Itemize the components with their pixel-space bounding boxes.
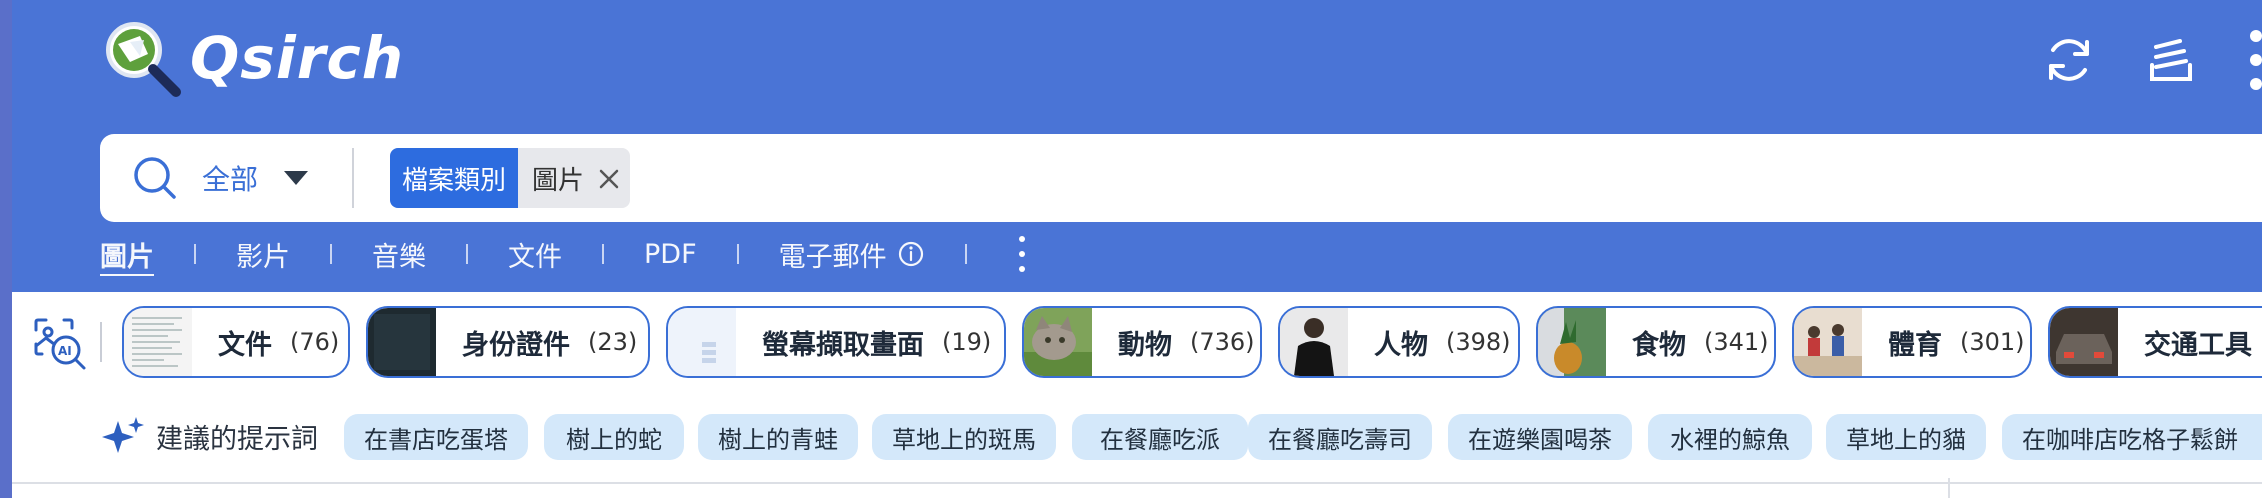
header-actions: [2040, 24, 2262, 96]
ai-image-search-icon[interactable]: AI: [30, 314, 88, 372]
filter-chip[interactable]: 檔案類別 圖片: [390, 148, 631, 208]
category-pill-screenshots[interactable]: 螢幕擷取畫面 (19): [666, 306, 1006, 378]
category-count: (76): [290, 328, 340, 356]
suggestion-chip[interactable]: 在書店吃蛋塔: [344, 414, 528, 460]
category-count: (736): [1190, 328, 1255, 356]
sync-icon[interactable]: [2040, 31, 2098, 89]
suggestion-chip[interactable]: 在咖啡店吃格子鬆餅: [2002, 414, 2262, 460]
search-bar[interactable]: 全部 檔案類別 圖片: [100, 134, 2262, 222]
category-pill-people[interactable]: 人物 (398): [1278, 306, 1520, 378]
filter-chip-key: 檔案類別: [390, 148, 519, 208]
suggestion-chip[interactable]: 在餐廳吃壽司: [1248, 414, 1432, 460]
tab-videos[interactable]: 影片: [236, 235, 290, 274]
more-vertical-icon[interactable]: [2244, 28, 2262, 92]
category-pill-animals[interactable]: 動物 (736): [1022, 306, 1262, 378]
category-label: 身份證件: [462, 329, 570, 361]
category-label: 螢幕擷取畫面: [762, 329, 924, 361]
filter-chip-value-box: 圖片: [518, 148, 631, 208]
category-count: (19): [942, 328, 992, 356]
category-label: 交通工具: [2144, 329, 2252, 361]
content-divider: [12, 482, 2262, 484]
tasks-icon[interactable]: [2142, 31, 2200, 89]
suggestion-chip[interactable]: 水裡的鯨魚: [1648, 414, 1812, 460]
tab-email-label: 電子郵件: [778, 241, 887, 273]
magnifier-logo-icon: [100, 18, 182, 98]
id-card-thumb: [368, 308, 436, 376]
tab-music[interactable]: 音樂: [372, 235, 426, 274]
tab-images[interactable]: 圖片: [100, 235, 154, 274]
suggestion-chip[interactable]: 樹上的蛇: [544, 414, 684, 460]
tab-divider: [330, 244, 332, 264]
category-count: (341): [1704, 328, 1769, 356]
person-thumb: [1280, 308, 1348, 376]
search-divider: [352, 148, 355, 208]
category-label: 人物: [1374, 329, 1428, 361]
tab-divider: [602, 244, 604, 264]
search-icon[interactable]: [132, 155, 178, 201]
app-logo[interactable]: Qsirch: [100, 18, 404, 98]
suggestion-chip[interactable]: 草地上的貓: [1826, 414, 1986, 460]
window-edge: [0, 0, 12, 498]
suggestion-chip[interactable]: 草地上的斑馬: [872, 414, 1056, 460]
suggested-prompts-label: 建議的提示詞: [156, 423, 318, 455]
category-count: (398): [1446, 328, 1511, 356]
tab-divider: [466, 244, 468, 264]
category-divider: [100, 322, 102, 362]
search-scope-value: 全部: [202, 163, 259, 196]
caret-down-icon: [284, 171, 309, 185]
screenshot-thumb: [668, 308, 736, 376]
tab-email[interactable]: 電子郵件: [779, 235, 925, 274]
filter-chip-value: 圖片: [532, 165, 585, 196]
suggestion-chip[interactable]: 在餐廳吃派: [1072, 414, 1248, 460]
category-pill-documents[interactable]: 文件 (76): [122, 306, 350, 378]
category-pill-sports[interactable]: 體育 (301): [1792, 306, 2032, 378]
tab-documents[interactable]: 文件: [508, 235, 562, 274]
app-title: Qsirch: [190, 24, 404, 92]
pineapple-thumb: [1538, 308, 1606, 376]
tab-divider: [964, 244, 967, 264]
category-label: 動物: [1118, 329, 1172, 361]
car-thumb: [2050, 308, 2118, 376]
close-icon[interactable]: [598, 167, 620, 189]
tab-divider: [194, 244, 196, 264]
category-pill-id-cards[interactable]: 身份證件 (23): [366, 306, 650, 378]
search-scope-dropdown[interactable]: 全部: [202, 158, 309, 198]
category-pill-food[interactable]: 食物 (341): [1536, 306, 1776, 378]
suggested-prompts-header: 建議的提示詞: [100, 412, 318, 460]
file-type-tabs: 圖片 影片 音樂 文件 PDF 電子郵件: [100, 230, 1027, 278]
category-count: (23): [588, 328, 638, 356]
panel-divider: [1948, 478, 1950, 498]
info-icon[interactable]: [897, 240, 925, 268]
suggestion-chip[interactable]: 在遊樂園喝茶: [1448, 414, 1632, 460]
sports-thumb: [1794, 308, 1862, 376]
category-label: 食物: [1632, 329, 1686, 361]
tab-pdf[interactable]: PDF: [644, 239, 697, 270]
more-tabs-icon[interactable]: [1017, 236, 1027, 272]
suggestion-chip[interactable]: 樹上的青蛙: [698, 414, 858, 460]
svg-text:AI: AI: [58, 344, 72, 358]
document-thumb: [124, 308, 192, 376]
category-pill-vehicles[interactable]: 交通工具: [2048, 306, 2262, 378]
cat-thumb: [1024, 308, 1092, 376]
qsirch-app: Qsirch 全部 檔案類別 圖片 圖片 影片 音樂 文件 PDF 電子郵件 A…: [0, 0, 2262, 498]
category-label: 文件: [218, 329, 272, 361]
category-count: (301): [1960, 328, 2025, 356]
sparkle-icon: [102, 417, 144, 453]
tab-divider: [736, 244, 739, 264]
category-label: 體育: [1888, 329, 1942, 361]
